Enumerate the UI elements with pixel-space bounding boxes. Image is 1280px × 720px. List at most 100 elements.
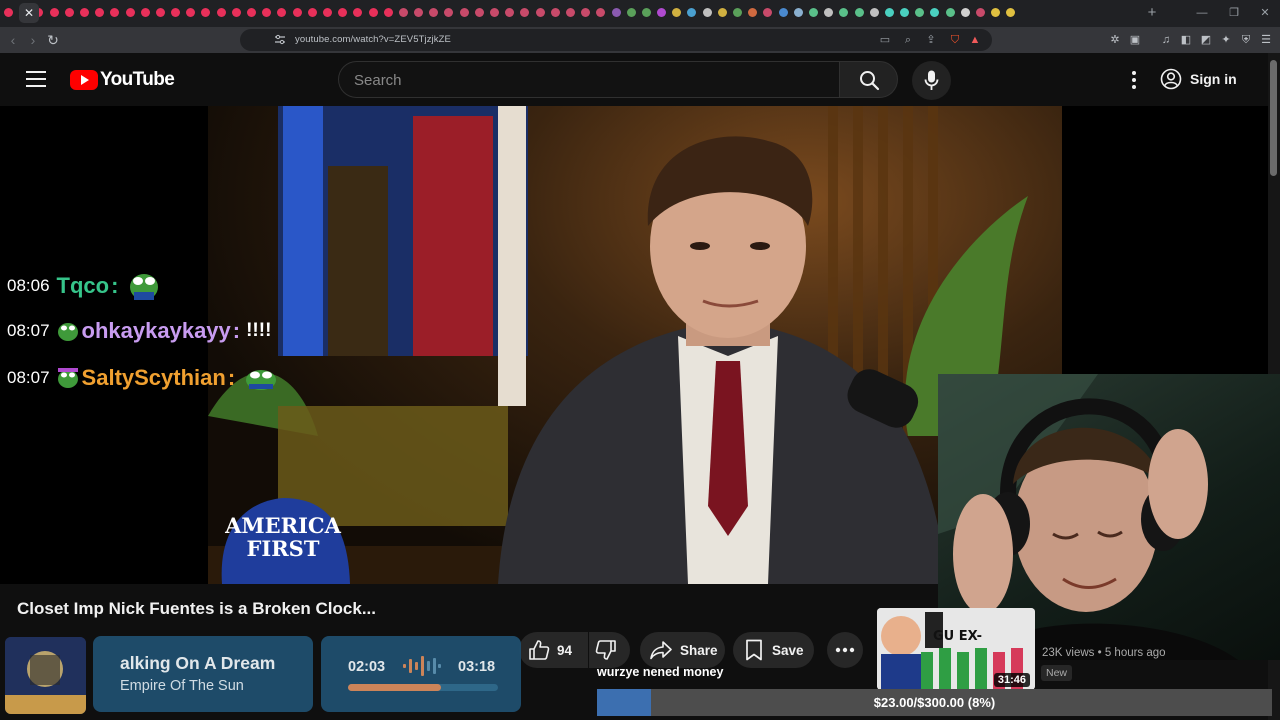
tab-favicon-icon[interactable] <box>626 8 636 17</box>
tab-favicon-icon[interactable] <box>900 8 910 17</box>
voice-search-button[interactable] <box>912 61 951 100</box>
sign-in-button[interactable]: Sign in <box>1160 61 1256 97</box>
more-actions-button[interactable] <box>827 632 863 668</box>
menu-icon[interactable]: ☰ <box>1258 32 1274 48</box>
tab-favicon-icon[interactable] <box>839 8 849 17</box>
tab-favicon-icon[interactable] <box>505 8 515 17</box>
maximize-button[interactable]: ❐ <box>1222 3 1246 23</box>
tab-favicon-icon[interactable] <box>459 8 469 17</box>
tab-favicon-icon[interactable] <box>915 8 925 17</box>
tab-favicon-icon[interactable] <box>717 8 727 17</box>
minimize-button[interactable]: — <box>1190 3 1214 23</box>
tab-favicon-icon[interactable] <box>824 8 834 17</box>
tab-favicon-icon[interactable] <box>262 8 272 17</box>
tab-favicon-icon[interactable] <box>793 8 803 17</box>
tab-search-icon[interactable]: ◩ <box>1198 32 1214 48</box>
like-button[interactable]: 94 <box>519 632 588 668</box>
tab-favicon-icon[interactable] <box>960 8 970 17</box>
guide-menu-icon[interactable] <box>24 71 48 89</box>
tab-favicon-icon[interactable] <box>247 8 256 17</box>
tab-favicon-icon[interactable] <box>307 8 317 17</box>
tab-favicon-icon[interactable] <box>930 8 940 17</box>
tab-favicon-icon[interactable] <box>277 8 287 17</box>
tab-favicon-icon[interactable] <box>641 8 651 17</box>
vpn-icon[interactable]: ⛨ <box>1238 32 1254 48</box>
tab-favicon-icon[interactable] <box>444 8 454 17</box>
tab-favicon-icon[interactable] <box>490 8 499 17</box>
video-frame[interactable]: AMERICA FIRST <box>208 106 1062 584</box>
active-tab-close-icon[interactable]: ✕ <box>19 3 39 23</box>
tab-favicon-icon[interactable] <box>292 8 302 17</box>
share-button[interactable]: Share <box>640 632 725 668</box>
tab-favicon-icon[interactable] <box>414 8 424 17</box>
tab-favicon-icon[interactable] <box>733 8 742 17</box>
tab-favicon-icon[interactable] <box>535 8 545 17</box>
save-button[interactable]: Save <box>733 632 814 668</box>
recommended-thumbnail[interactable]: GU EX- 31:46 <box>877 608 1035 690</box>
tab-favicon-icon[interactable] <box>596 8 606 17</box>
more-options-icon[interactable] <box>1124 68 1144 92</box>
tab-favicon-icon[interactable] <box>110 8 120 17</box>
tab-favicon-icon[interactable] <box>171 8 181 17</box>
tab-favicon-icon[interactable] <box>702 8 712 17</box>
tab-favicon-icon[interactable] <box>581 8 591 17</box>
tab-favicon-icon[interactable] <box>49 8 59 17</box>
tab-favicon-icon[interactable] <box>748 8 758 17</box>
tab-favicon-icon[interactable] <box>854 8 864 17</box>
search-box[interactable] <box>338 61 839 98</box>
cast-icon[interactable]: ▭ <box>878 33 892 47</box>
tab-favicon-icon[interactable] <box>991 8 1001 17</box>
tab-favicon-icon[interactable] <box>398 8 408 17</box>
forward-icon[interactable]: › <box>23 30 43 50</box>
new-tab-button[interactable]: + <box>1144 3 1160 23</box>
tab-favicon-icon[interactable] <box>976 8 985 17</box>
tab-favicon-icon[interactable] <box>611 8 621 17</box>
sidebar-icon[interactable]: ◧ <box>1178 32 1194 48</box>
tab-favicon-icon[interactable] <box>383 8 393 17</box>
tab-favicon-icon[interactable] <box>338 8 348 17</box>
tab-favicon-icon[interactable] <box>550 8 560 17</box>
tab-favicon-icon[interactable] <box>808 8 818 17</box>
tab-favicon-icon[interactable] <box>231 8 241 17</box>
tab-favicon-icon[interactable] <box>186 8 196 17</box>
tab-favicon-icon[interactable] <box>353 8 363 17</box>
tab-favicon-icon[interactable] <box>155 8 165 17</box>
site-settings-icon[interactable] <box>274 34 286 45</box>
tab-favicon-icon[interactable] <box>520 8 530 17</box>
tab-favicon-icon[interactable] <box>429 8 439 17</box>
tab-favicon-icon[interactable] <box>140 8 150 17</box>
tab-favicon-icon[interactable] <box>565 8 575 17</box>
brave-shields-icon[interactable]: ⛉ <box>948 33 962 47</box>
tab-favicon-icon[interactable] <box>79 8 89 17</box>
tab-favicon-icon[interactable] <box>474 8 484 17</box>
tab-favicon-icon[interactable] <box>672 8 682 17</box>
brave-rewards-icon[interactable]: ▲ <box>968 33 982 47</box>
tab-favicon-icon[interactable] <box>778 8 788 17</box>
tab-favicon-icon[interactable] <box>657 8 667 17</box>
search-input[interactable] <box>354 69 814 91</box>
youtube-logo[interactable]: YouTube <box>70 69 175 91</box>
tab-favicon-icon[interactable] <box>322 8 332 17</box>
tab-favicon-icon[interactable] <box>687 8 697 17</box>
tab-favicon-icon[interactable] <box>869 8 879 17</box>
tab-favicon-icon[interactable] <box>125 8 135 17</box>
extensions-icon[interactable]: ✲ <box>1107 32 1123 48</box>
tab-favicon-icon[interactable] <box>201 8 211 17</box>
tab-favicon-icon[interactable] <box>95 8 105 17</box>
address-bar[interactable]: youtube.com/watch?v=ZEV5TjzjkZE ▭ ⌕ ⇪ ⛉ … <box>240 29 992 51</box>
share-page-icon[interactable]: ⇪ <box>924 33 938 47</box>
media-icon[interactable]: ♫ <box>1158 32 1174 48</box>
tab-favicon-icon[interactable] <box>884 8 894 17</box>
reload-icon[interactable]: ↻ <box>43 30 63 50</box>
back-icon[interactable]: ‹ <box>3 30 23 50</box>
tab-favicon-icon[interactable] <box>368 8 378 17</box>
wallet-icon[interactable]: ▣ <box>1127 32 1143 48</box>
tab-favicon-icon[interactable] <box>763 8 773 17</box>
leo-icon[interactable]: ✦ <box>1218 32 1234 48</box>
tab-favicon-icon[interactable] <box>945 8 955 17</box>
tab-favicon-icon[interactable] <box>216 8 226 17</box>
tab-favicon-icon[interactable] <box>1006 8 1016 17</box>
close-window-button[interactable]: ✕ <box>1253 3 1277 23</box>
zoom-icon[interactable]: ⌕ <box>901 33 915 47</box>
dislike-button[interactable] <box>589 632 630 668</box>
